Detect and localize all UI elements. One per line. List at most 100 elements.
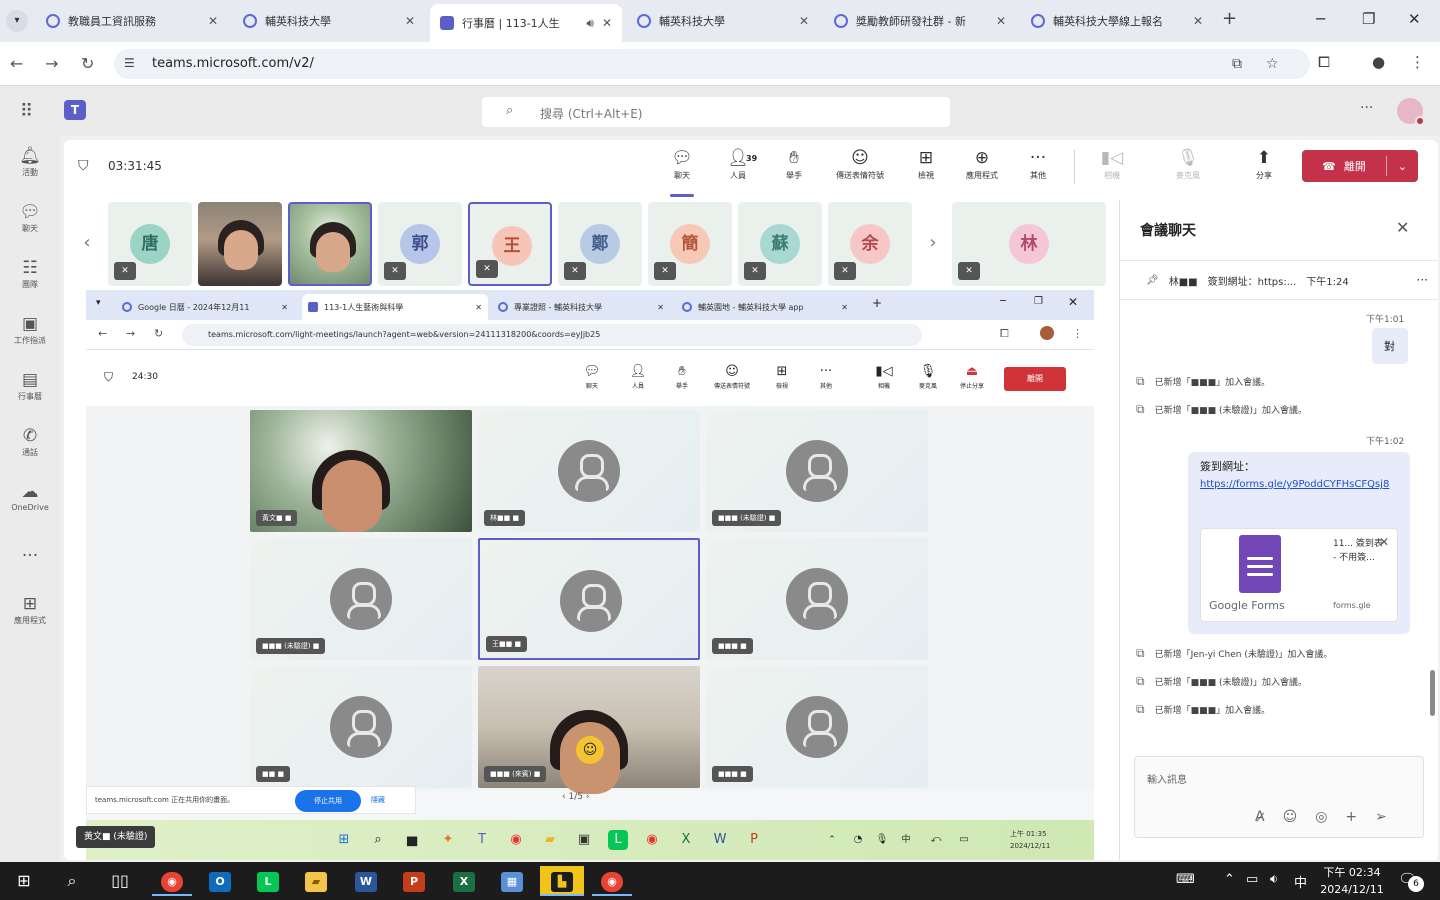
attach-plus-icon[interactable]: + — [1345, 809, 1357, 825]
taskbar-powerpoint-icon[interactable]: P — [394, 866, 434, 896]
toolbar-people-button[interactable]: 👤︎ 39 人員 — [708, 146, 768, 181]
restore-icon[interactable]: ❐ — [1362, 10, 1375, 28]
back-arrow-icon[interactable]: ← — [10, 54, 23, 73]
participant-tile[interactable]: 蘇 ✕ — [738, 202, 822, 286]
leave-options-chevron-icon[interactable]: ⌄ — [1387, 160, 1418, 173]
taskbar-calculator-icon[interactable]: ▦ — [492, 866, 532, 896]
tab-search-chevron-icon[interactable]: ▾ — [6, 10, 28, 32]
browser-tab[interactable]: 輔英科技大學線上報名 ✕ — [1021, 6, 1213, 36]
toolbar-share-button[interactable]: ⬆ 分享 — [1234, 146, 1294, 181]
rail-more-icon[interactable]: ··· — [0, 546, 60, 566]
tab-close-icon[interactable]: ✕ — [1193, 14, 1203, 28]
shared-video-tile: 王■■ ■ — [478, 538, 700, 660]
toolbar-camera-button[interactable]: ▮◁ 相機 — [1082, 146, 1142, 181]
toolbar-chat-button[interactable]: 💬︎ 聊天 — [652, 146, 712, 197]
participant-tile[interactable]: 郭 ✕ — [378, 202, 462, 286]
leave-button[interactable]: ☎ 離開 ⌄ — [1302, 150, 1418, 182]
taskbar-sticky-notes-icon[interactable]: ▙ — [540, 866, 584, 896]
close-window-icon[interactable]: ✕ — [1408, 10, 1421, 28]
windows-start-icon[interactable]: ⊞ — [4, 866, 44, 896]
participant-tile[interactable]: 余 ✕ — [828, 202, 912, 286]
rail-item-chat[interactable]: 💬︎ 聊天 — [0, 202, 60, 234]
participant-tile[interactable]: 簡 ✕ — [648, 202, 732, 286]
site-info-icon[interactable]: ☰ — [124, 56, 135, 70]
taskbar-line-icon[interactable]: L — [248, 866, 288, 896]
tab-close-icon[interactable]: ✕ — [208, 14, 218, 28]
taskbar-explorer-icon[interactable]: ▰ — [296, 866, 336, 896]
rail-item-onedrive[interactable]: ☁ OneDrive — [0, 482, 60, 512]
tab-close-icon[interactable]: ✕ — [996, 14, 1006, 28]
url-omnibox[interactable]: ☰ teams.microsoft.com/v2/ ⧉ ☆ — [114, 49, 1310, 79]
user-avatar[interactable] — [1397, 98, 1425, 126]
participant-tile[interactable]: 唐 ✕ — [108, 202, 192, 286]
volume-icon[interactable]: 🔉︎ — [1270, 872, 1278, 887]
strip-next-chevron-icon[interactable]: › — [918, 200, 948, 286]
chat-close-icon[interactable]: ✕ — [1396, 218, 1409, 237]
browser-tab[interactable]: 輔英科技大學 ✕ — [627, 6, 819, 36]
toolbar-more-button[interactable]: ··· 其他 — [1008, 146, 1068, 181]
taskbar-search-icon[interactable]: ⌕ — [52, 866, 92, 896]
bookmark-star-icon[interactable]: ☆ — [1266, 56, 1279, 72]
tab-close-icon[interactable]: ✕ — [799, 14, 809, 28]
toolbar-view-button[interactable]: ⊞ 檢視 — [896, 146, 956, 181]
taskbar-excel-icon[interactable]: X — [444, 866, 484, 896]
rail-item-apps[interactable]: ⊞ 應用程式 — [0, 594, 60, 626]
chat-compose-box[interactable]: 輸入訊息 A̷ ☺ ◎ + ➢ — [1134, 756, 1424, 838]
pinned-more-icon[interactable]: ··· — [1417, 273, 1428, 287]
participant-tile[interactable]: 林 ✕ — [952, 202, 1106, 286]
default-avatar-icon — [330, 568, 392, 630]
toolbar-mic-button[interactable]: 🎙︎ 麥克風 — [1158, 146, 1218, 181]
toolbar-raise-hand-button[interactable]: ✋︎ 舉手 — [764, 146, 824, 181]
emoji-icon[interactable]: ☺ — [1283, 809, 1298, 825]
rail-item-calendar[interactable]: ▤ 行事曆 — [0, 370, 60, 402]
shield-icon[interactable]: ⛉ — [78, 158, 89, 174]
keyboard-icon[interactable]: ⌨ — [1176, 872, 1195, 887]
rail-item-activity[interactable]: 🔔︎ 活動 — [0, 146, 60, 178]
reload-icon[interactable]: ↻ — [81, 54, 94, 73]
profile-icon[interactable]: ● — [1372, 53, 1385, 71]
participant-tile[interactable] — [288, 202, 372, 286]
browser-menu-icon[interactable]: ⋮ — [1410, 53, 1425, 71]
rail-item-assignments[interactable]: ▣ 工作指派 — [0, 314, 60, 346]
task-view-icon[interactable]: ▯▯ — [100, 866, 140, 896]
browser-tab[interactable]: 輔英科技大學 ✕ — [233, 6, 425, 36]
send-icon[interactable]: ➢ — [1375, 809, 1387, 825]
network-icon[interactable]: ▭ — [1246, 872, 1258, 887]
taskbar-chrome-icon[interactable]: ◉ — [152, 866, 192, 896]
participant-tile[interactable]: 王 ✕ — [468, 202, 552, 286]
signin-link[interactable]: https://forms.gle/y9PoddCYFHsCFQsj8 — [1200, 476, 1400, 494]
browser-tab[interactable]: 教職員工資訊服務 ✕ — [36, 6, 228, 36]
strip-prev-chevron-icon[interactable]: ‹ — [72, 200, 102, 286]
pinned-message[interactable]: 📌︎ 林■■ 簽到網址：https:... 下午1:24 ··· — [1120, 260, 1438, 300]
taskbar-clock[interactable]: 下午 02:34 2024/12/11 — [1316, 864, 1388, 898]
forward-arrow-icon[interactable]: → — [45, 54, 58, 73]
taskbar-chrome2-icon[interactable]: ◉ — [592, 866, 632, 896]
participant-tile[interactable] — [198, 202, 282, 286]
link-preview-card[interactable]: Google Forms 11... 簽到表 - 不用簽... ✕ forms.… — [1200, 528, 1398, 622]
sticker-icon[interactable]: ◎ — [1315, 809, 1327, 825]
rail-item-teams[interactable]: ☷ 團隊 — [0, 258, 60, 290]
format-icon[interactable]: A̷ — [1255, 809, 1265, 825]
new-tab-plus-icon[interactable]: + — [1222, 8, 1237, 29]
taskbar-outlook-icon[interactable]: O — [200, 866, 240, 896]
minimize-icon[interactable]: ─ — [1316, 10, 1325, 28]
browser-tab[interactable]: 獎勵教師研發社群 - 新 ✕ — [824, 6, 1016, 36]
tab-close-icon[interactable]: ✕ — [405, 14, 415, 28]
install-app-icon[interactable]: ⧉ — [1232, 56, 1242, 72]
extensions-puzzle-icon[interactable]: ⧠ — [1318, 53, 1330, 71]
app-launcher-waffle-icon[interactable]: ⠿ — [20, 101, 33, 122]
preview-close-icon[interactable]: ✕ — [1379, 535, 1389, 549]
participant-tile[interactable]: 鄭 ✕ — [558, 202, 642, 286]
browser-tab[interactable]: 行事曆 | 113-1人生 🔊︎ ✕ — [430, 4, 622, 42]
chat-scrollbar[interactable] — [1430, 670, 1435, 716]
tab-close-icon[interactable]: ✕ — [602, 16, 612, 30]
ime-indicator[interactable]: 中 — [1294, 872, 1307, 891]
notification-center-icon[interactable]: 🗨︎ 6 — [1398, 870, 1424, 892]
tray-chevron-icon[interactable]: ⌃ — [1224, 872, 1235, 887]
toolbar-react-button[interactable]: ☺ 傳送表情符號 — [830, 146, 890, 181]
rail-item-calls[interactable]: ✆ 通話 — [0, 426, 60, 458]
header-more-icon[interactable]: ··· — [1360, 100, 1373, 116]
taskbar-word-icon[interactable]: W — [346, 866, 386, 896]
search-box[interactable]: ⌕ 搜尋 (Ctrl+Alt+E) — [482, 97, 950, 127]
toolbar-apps-button[interactable]: ⊕ 應用程式 — [952, 146, 1012, 181]
